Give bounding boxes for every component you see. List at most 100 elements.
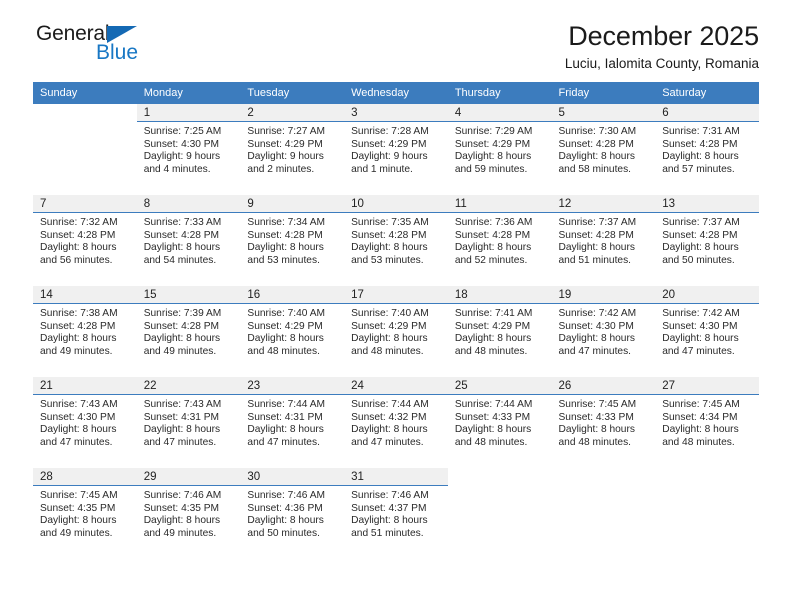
calendar-day-cell[interactable]: 19 Sunrise: 7:42 AM Sunset: 4:30 PM Dayligh… xyxy=(551,285,656,377)
sunrise-text: Sunrise: 7:31 AM xyxy=(662,126,740,137)
sunrise-text: Sunrise: 7:32 AM xyxy=(40,217,118,228)
day-details: Sunrise: 7:27 AM Sunset: 4:29 PM Daylight:… xyxy=(240,122,344,176)
calendar-day-cell[interactable]: 12 Sunrise: 7:37 AM Sunset: 4:28 PM Dayligh… xyxy=(551,194,656,286)
daylight-text-line2: and 1 minute. xyxy=(351,163,413,175)
calendar-week-row: 7 Sunrise: 7:32 AM Sunset: 4:28 PM Daylight… xyxy=(33,194,759,286)
sunrise-text: Sunrise: 7:46 AM xyxy=(247,490,325,501)
calendar-day-cell[interactable]: 23 Sunrise: 7:44 AM Sunset: 4:31 PM Dayligh… xyxy=(240,376,345,468)
daylight-text-line2: and 54 minutes. xyxy=(143,254,217,266)
weekday-header-monday: Monday xyxy=(136,82,241,104)
sunset-text: Sunset: 4:35 PM xyxy=(40,502,116,514)
calendar-day-cell[interactable]: 6 Sunrise: 7:31 AM Sunset: 4:28 PM Daylight… xyxy=(655,104,759,195)
calendar-day-cell[interactable]: 4 Sunrise: 7:29 AM Sunset: 4:29 PM Daylight… xyxy=(447,104,552,195)
sunset-text: Sunset: 4:28 PM xyxy=(662,229,738,241)
daylight-text-line1: Daylight: 8 hours xyxy=(454,151,532,163)
calendar-day-cell[interactable]: 29 Sunrise: 7:46 AM Sunset: 4:35 PM Dayligh… xyxy=(136,467,241,559)
daylight-text-line1: Daylight: 8 hours xyxy=(454,333,532,345)
sunset-text: Sunset: 4:31 PM xyxy=(143,411,220,423)
calendar-day-cell[interactable]: 2 Sunrise: 7:27 AM Sunset: 4:29 PM Daylight… xyxy=(240,104,345,195)
day-number: 15 xyxy=(136,286,241,304)
sunset-text: Sunset: 4:29 PM xyxy=(351,320,427,332)
day-details: Sunrise: 7:44 AM Sunset: 4:33 PM Daylight:… xyxy=(448,395,552,449)
daylight-text-line2: and 48 minutes. xyxy=(662,436,735,448)
sunset-text: Sunset: 4:28 PM xyxy=(247,229,323,241)
sunset-text: Sunset: 4:28 PM xyxy=(40,320,116,332)
daylight-text-line1: Daylight: 8 hours xyxy=(351,242,428,254)
sunrise-text: Sunrise: 7:42 AM xyxy=(662,308,740,319)
sunset-text: Sunset: 4:28 PM xyxy=(351,229,427,241)
day-details: Sunrise: 7:35 AM Sunset: 4:28 PM Daylight:… xyxy=(344,213,448,267)
sunrise-text: Sunrise: 7:41 AM xyxy=(454,308,533,319)
calendar-day-cell[interactable]: 10 Sunrise: 7:35 AM Sunset: 4:28 PM Dayligh… xyxy=(344,194,448,286)
calendar-day-cell[interactable]: 7 Sunrise: 7:32 AM Sunset: 4:28 PM Daylight… xyxy=(33,194,137,286)
day-number xyxy=(448,468,552,486)
calendar-day-cell[interactable]: 11 Sunrise: 7:36 AM Sunset: 4:28 PM Dayligh… xyxy=(447,194,552,286)
sunrise-text: Sunrise: 7:36 AM xyxy=(454,217,533,228)
daylight-text-line2: and 2 minutes. xyxy=(247,163,315,175)
day-details: Sunrise: 7:44 AM Sunset: 4:31 PM Daylight:… xyxy=(240,395,344,449)
daylight-text-line2: and 48 minutes. xyxy=(454,345,528,357)
calendar-week-row: 1 Sunrise: 7:25 AM Sunset: 4:30 PM Daylight… xyxy=(33,104,759,195)
calendar-day-cell[interactable]: 18 Sunrise: 7:41 AM Sunset: 4:29 PM Dayligh… xyxy=(447,285,552,377)
day-details: Sunrise: 7:34 AM Sunset: 4:28 PM Daylight:… xyxy=(240,213,344,267)
daylight-text-line2: and 52 minutes. xyxy=(454,254,528,266)
day-details: Sunrise: 7:45 AM Sunset: 4:33 PM Daylight:… xyxy=(552,395,656,449)
calendar-day-cell[interactable]: 3 Sunrise: 7:28 AM Sunset: 4:29 PM Daylight… xyxy=(344,104,448,195)
calendar-day-cell[interactable]: 16 Sunrise: 7:40 AM Sunset: 4:29 PM Dayligh… xyxy=(240,285,345,377)
day-details: Sunrise: 7:46 AM Sunset: 4:35 PM Daylight:… xyxy=(137,486,241,540)
day-number: 27 xyxy=(655,377,759,395)
calendar-day-cell[interactable]: 24 Sunrise: 7:44 AM Sunset: 4:32 PM Dayligh… xyxy=(344,376,448,468)
calendar-week-row: 28 Sunrise: 7:45 AM Sunset: 4:35 PM Dayligh… xyxy=(33,467,759,559)
day-number: 2 xyxy=(240,104,345,122)
day-details: Sunrise: 7:43 AM Sunset: 4:30 PM Daylight:… xyxy=(33,395,137,449)
calendar-day-cell[interactable]: 25 Sunrise: 7:44 AM Sunset: 4:33 PM Dayligh… xyxy=(447,376,552,468)
daylight-text-line2: and 59 minutes. xyxy=(454,163,528,175)
daylight-text-line1: Daylight: 8 hours xyxy=(558,242,635,254)
calendar-day-cell[interactable]: 30 Sunrise: 7:46 AM Sunset: 4:36 PM Dayligh… xyxy=(240,467,345,559)
sunset-text: Sunset: 4:29 PM xyxy=(454,138,531,150)
sunset-text: Sunset: 4:35 PM xyxy=(143,502,220,514)
sunset-text: Sunset: 4:30 PM xyxy=(40,411,116,423)
daylight-text-line2: and 47 minutes. xyxy=(351,436,424,448)
general-blue-logo: General Blue xyxy=(36,22,246,70)
calendar-day-cell[interactable]: 5 Sunrise: 7:30 AM Sunset: 4:28 PM Daylight… xyxy=(551,104,656,195)
day-number: 20 xyxy=(655,286,759,304)
daylight-text-line1: Daylight: 8 hours xyxy=(558,333,635,345)
daylight-text-line2: and 48 minutes. xyxy=(247,345,320,357)
day-details: Sunrise: 7:29 AM Sunset: 4:29 PM Daylight:… xyxy=(448,122,552,176)
daylight-text-line1: Daylight: 8 hours xyxy=(662,151,739,163)
day-number: 30 xyxy=(240,468,345,486)
daylight-text-line2: and 49 minutes. xyxy=(143,345,217,357)
day-details: Sunrise: 7:37 AM Sunset: 4:28 PM Daylight:… xyxy=(655,213,759,267)
day-details: Sunrise: 7:43 AM Sunset: 4:31 PM Daylight:… xyxy=(137,395,241,449)
sunset-text: Sunset: 4:36 PM xyxy=(247,502,323,514)
calendar-day-cell[interactable]: 21 Sunrise: 7:43 AM Sunset: 4:30 PM Dayligh… xyxy=(33,376,137,468)
day-number: 14 xyxy=(33,286,137,304)
daylight-text-line1: Daylight: 8 hours xyxy=(247,515,324,527)
calendar-day-cell[interactable]: 8 Sunrise: 7:33 AM Sunset: 4:28 PM Daylight… xyxy=(136,194,241,286)
calendar-day-cell[interactable]: 26 Sunrise: 7:45 AM Sunset: 4:33 PM Dayligh… xyxy=(551,376,656,468)
day-details: Sunrise: 7:42 AM Sunset: 4:30 PM Daylight:… xyxy=(655,304,759,358)
daylight-text-line1: Daylight: 9 hours xyxy=(351,151,428,163)
daylight-text-line1: Daylight: 8 hours xyxy=(40,242,117,254)
daylight-text-line2: and 4 minutes. xyxy=(143,163,211,175)
calendar-day-cell[interactable]: 14 Sunrise: 7:38 AM Sunset: 4:28 PM Dayligh… xyxy=(33,285,137,377)
day-details: Sunrise: 7:32 AM Sunset: 4:28 PM Daylight:… xyxy=(33,213,137,267)
calendar-day-cell[interactable]: 27 Sunrise: 7:45 AM Sunset: 4:34 PM Dayligh… xyxy=(655,376,759,468)
weekday-header-thursday: Thursday xyxy=(447,82,552,104)
sunset-text: Sunset: 4:28 PM xyxy=(143,320,220,332)
sunset-text: Sunset: 4:30 PM xyxy=(143,138,220,150)
sunrise-text: Sunrise: 7:44 AM xyxy=(454,399,533,410)
calendar-day-cell[interactable]: 28 Sunrise: 7:45 AM Sunset: 4:35 PM Dayligh… xyxy=(33,467,137,559)
calendar-day-cell[interactable]: 17 Sunrise: 7:40 AM Sunset: 4:29 PM Dayligh… xyxy=(344,285,448,377)
daylight-text-line2: and 53 minutes. xyxy=(247,254,320,266)
daylight-text-line2: and 49 minutes. xyxy=(143,527,217,539)
calendar-day-cell[interactable]: 13 Sunrise: 7:37 AM Sunset: 4:28 PM Dayligh… xyxy=(655,194,759,286)
calendar-day-cell[interactable]: 22 Sunrise: 7:43 AM Sunset: 4:31 PM Dayligh… xyxy=(136,376,241,468)
calendar-day-cell[interactable]: 1 Sunrise: 7:25 AM Sunset: 4:30 PM Daylight… xyxy=(136,104,241,195)
calendar-day-cell[interactable]: 9 Sunrise: 7:34 AM Sunset: 4:28 PM Daylight… xyxy=(240,194,345,286)
calendar-day-cell[interactable]: 20 Sunrise: 7:42 AM Sunset: 4:30 PM Dayligh… xyxy=(655,285,759,377)
calendar-day-cell[interactable]: 31 Sunrise: 7:46 AM Sunset: 4:37 PM Dayligh… xyxy=(344,467,448,559)
calendar-day-cell[interactable]: 15 Sunrise: 7:39 AM Sunset: 4:28 PM Dayligh… xyxy=(136,285,241,377)
sunrise-text: Sunrise: 7:45 AM xyxy=(558,399,637,410)
